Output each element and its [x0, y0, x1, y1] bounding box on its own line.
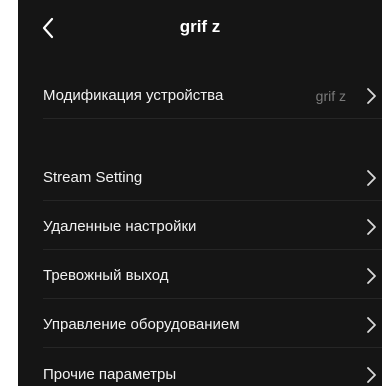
- remote-settings-row[interactable]: Удаленные настройки: [18, 204, 382, 250]
- settings-screen: grif z Модификация устройства grif z Str…: [18, 0, 382, 386]
- chevron-right-icon: [365, 87, 377, 105]
- device-modification-label: Модификация устройства: [43, 87, 224, 104]
- alarm-output-label: Тревожный выход: [43, 267, 169, 284]
- chevron-right-icon: [365, 169, 377, 187]
- device-management-label: Управление оборудованием: [43, 316, 240, 333]
- remote-settings-label: Удаленные настройки: [43, 218, 197, 235]
- other-parameters-row[interactable]: Прочие параметры: [18, 352, 382, 386]
- stream-setting-row[interactable]: Stream Setting: [18, 155, 382, 201]
- chevron-right-icon: [365, 316, 377, 334]
- navigation-header: grif z: [18, 0, 382, 54]
- device-management-row[interactable]: Управление оборудованием: [18, 302, 382, 348]
- other-parameters-label: Прочие параметры: [43, 366, 177, 383]
- chevron-right-icon: [365, 267, 377, 285]
- page-title: grif z: [179, 17, 221, 36]
- stream-setting-label: Stream Setting: [43, 169, 143, 186]
- chevron-right-icon: [365, 218, 377, 236]
- alarm-output-row[interactable]: Тревожный выход: [18, 253, 382, 299]
- chevron-right-icon: [365, 366, 377, 384]
- device-modification-row[interactable]: Модификация устройства grif z: [18, 73, 382, 119]
- device-modification-value: grif z: [315, 88, 346, 104]
